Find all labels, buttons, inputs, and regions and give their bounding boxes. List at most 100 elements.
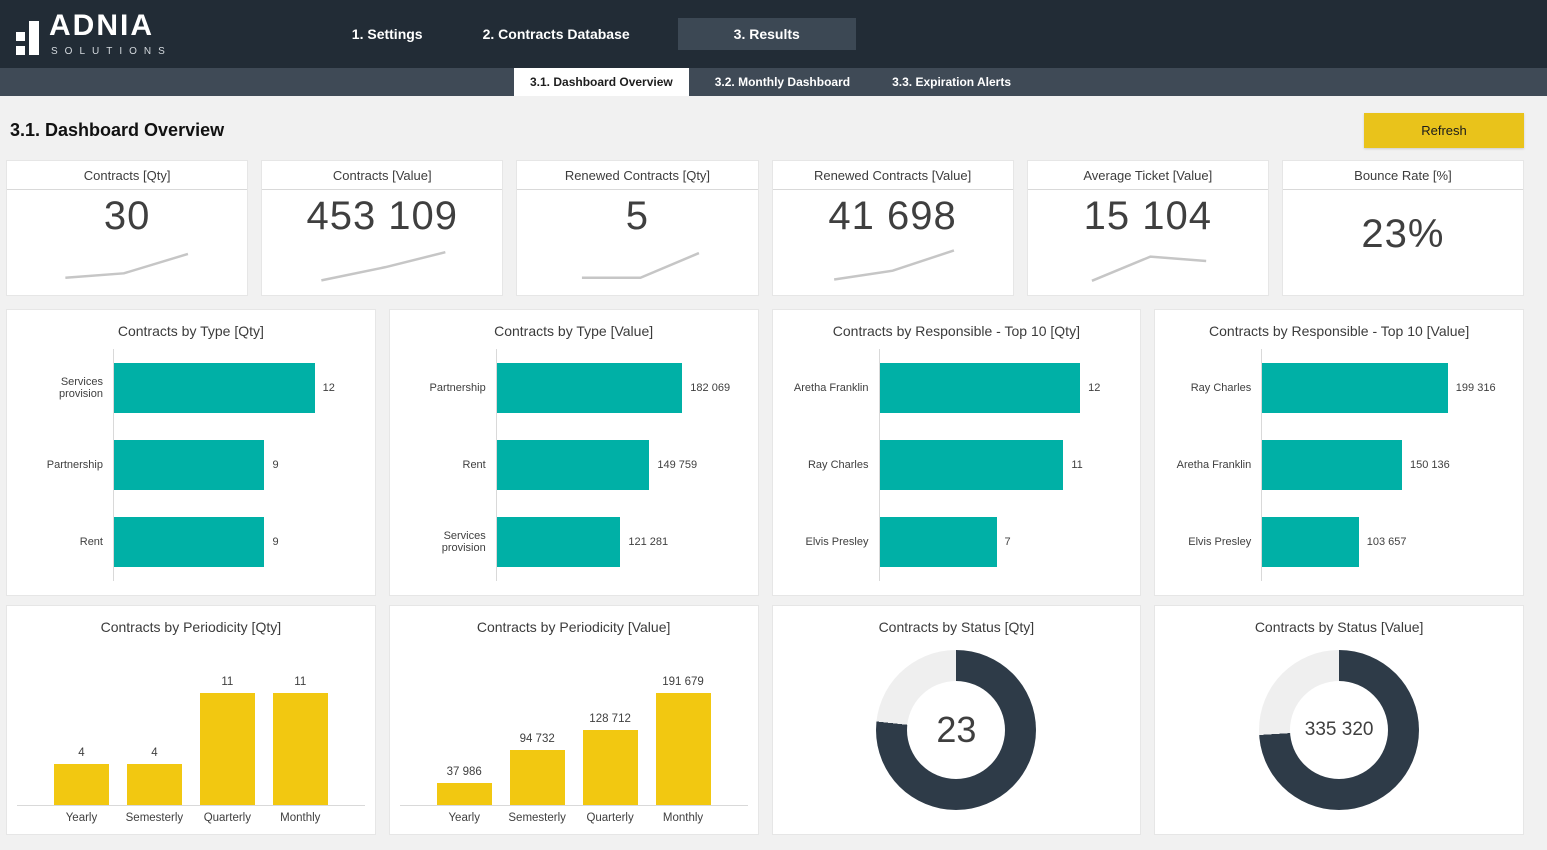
kpi-title: Contracts [Value] <box>262 161 502 190</box>
kpi-value: 15 104 <box>1084 194 1212 239</box>
category-label: Ray Charles <box>781 459 879 471</box>
sparkline-chart <box>1078 239 1217 283</box>
bottom-chart-row: Contracts by Periodicity [Qty] 4 4 11 11… <box>0 605 1547 835</box>
kpi-card-contracts-qty: Contracts [Qty] 30 <box>6 160 248 296</box>
chart-title: Contracts by Type [Value] <box>390 310 758 339</box>
bar <box>54 764 109 805</box>
donut-center-value: 23 <box>936 709 976 751</box>
chart-contracts-by-type-qty: Contracts by Type [Qty] Services provisi… <box>6 309 376 596</box>
donut-hole: 23 <box>907 681 1005 779</box>
column: 11 <box>264 639 337 805</box>
bar-row: Services provision 12 <box>15 349 365 426</box>
bar <box>437 783 492 805</box>
sparkline-chart <box>57 239 196 283</box>
bar <box>656 693 711 805</box>
chart-title: Contracts by Responsible - Top 10 [Value… <box>1155 310 1523 339</box>
value-label: 191 679 <box>662 676 704 688</box>
value-label: 128 712 <box>589 713 631 725</box>
kpi-card-contracts-value: Contracts [Value] 453 109 <box>261 160 503 296</box>
bar <box>880 363 1081 413</box>
kpi-row: Contracts [Qty] 30 Contracts [Value] 453… <box>0 154 1547 296</box>
bar-row: Services provision 121 281 <box>398 504 748 581</box>
bar <box>880 517 997 567</box>
chart-contracts-by-status-value: Contracts by Status [Value] 335 320 <box>1154 605 1524 835</box>
sparkline-chart <box>823 239 962 283</box>
nav-tab-contracts-database[interactable]: 2. Contracts Database <box>453 18 660 50</box>
chart-contracts-by-periodicity-qty: Contracts by Periodicity [Qty] 4 4 11 11… <box>6 605 376 835</box>
value-label: 7 <box>1005 536 1011 548</box>
value-label: 182 069 <box>690 382 730 394</box>
bar-row: Aretha Franklin 12 <box>781 349 1131 426</box>
donut-center-value: 335 320 <box>1305 719 1374 741</box>
axis-label: Yearly <box>428 812 501 824</box>
kpi-value: 41 698 <box>828 194 956 239</box>
subtab-dashboard-overview[interactable]: 3.1. Dashboard Overview <box>514 68 689 96</box>
axis-label: Quarterly <box>191 812 264 824</box>
value-label: 11 <box>294 676 306 688</box>
axis-label: Yearly <box>45 812 118 824</box>
column: 4 <box>45 639 118 805</box>
column: 94 732 <box>501 639 574 805</box>
chart-title: Contracts by Type [Qty] <box>7 310 375 339</box>
bar <box>114 363 315 413</box>
value-label: 4 <box>78 747 84 759</box>
bar <box>497 363 683 413</box>
bar-row: Partnership 9 <box>15 426 365 503</box>
value-label: 12 <box>1088 382 1100 394</box>
kpi-title: Contracts [Qty] <box>7 161 247 190</box>
chart-contracts-by-responsible-value: Contracts by Responsible - Top 10 [Value… <box>1154 309 1524 596</box>
axis-label: Semesterly <box>501 812 574 824</box>
value-label: 11 <box>1071 459 1082 471</box>
category-label: Ray Charles <box>1163 382 1261 394</box>
brand-logo: ADNIA SOLUTIONS <box>16 11 172 57</box>
brand-name: ADNIA <box>49 11 172 41</box>
value-label: 37 986 <box>447 766 482 778</box>
category-label: Partnership <box>398 382 496 394</box>
main-nav: 1. Settings 2. Contracts Database 3. Res… <box>322 18 856 50</box>
refresh-button[interactable]: Refresh <box>1364 113 1524 148</box>
category-label: Aretha Franklin <box>1163 459 1261 471</box>
subtab-monthly-dashboard[interactable]: 3.2. Monthly Dashboard <box>699 68 866 96</box>
bar <box>497 517 621 567</box>
value-label: 4 <box>151 747 157 759</box>
bar <box>273 693 328 805</box>
value-label: 94 732 <box>520 733 555 745</box>
value-label: 9 <box>272 536 278 548</box>
nav-tab-settings[interactable]: 1. Settings <box>322 18 453 50</box>
bar <box>200 693 255 805</box>
subtab-expiration-alerts[interactable]: 3.3. Expiration Alerts <box>876 68 1027 96</box>
column: 191 679 <box>647 639 720 805</box>
category-label: Rent <box>15 536 113 548</box>
value-label: 149 759 <box>657 459 697 471</box>
category-label: Aretha Franklin <box>781 382 879 394</box>
category-label: Services provision <box>15 376 113 400</box>
chart-contracts-by-status-qty: Contracts by Status [Qty] 23 <box>772 605 1142 835</box>
category-label: Elvis Presley <box>781 536 879 548</box>
value-label: 150 136 <box>1410 459 1450 471</box>
kpi-card-renewed-contracts-qty: Renewed Contracts [Qty] 5 <box>516 160 758 296</box>
bar-row: Rent 9 <box>15 504 365 581</box>
axis-label: Semesterly <box>118 812 191 824</box>
value-label: 11 <box>221 676 233 688</box>
bar-row: Ray Charles 199 316 <box>1163 349 1513 426</box>
bar <box>510 750 565 805</box>
column: 128 712 <box>574 639 647 805</box>
sparkline-chart <box>568 239 707 283</box>
chart-title: Contracts by Status [Value] <box>1155 606 1523 635</box>
bar-row: Ray Charles 11 <box>781 426 1131 503</box>
kpi-card-average-ticket-value: Average Ticket [Value] 15 104 <box>1027 160 1269 296</box>
sparkline-chart <box>313 239 452 283</box>
bar <box>1262 363 1448 413</box>
nav-tab-results[interactable]: 3. Results <box>678 18 856 50</box>
category-label: Partnership <box>15 459 113 471</box>
column: 37 986 <box>428 639 501 805</box>
axis-label: Quarterly <box>574 812 647 824</box>
bar <box>1262 517 1359 567</box>
kpi-value: 30 <box>104 194 151 239</box>
kpi-title: Renewed Contracts [Value] <box>773 161 1013 190</box>
value-label: 9 <box>272 459 278 471</box>
donut-chart: 335 320 <box>1259 650 1419 810</box>
bar <box>127 764 182 805</box>
value-label: 12 <box>323 382 335 394</box>
app-header: ADNIA SOLUTIONS 1. Settings 2. Contracts… <box>0 0 1547 68</box>
